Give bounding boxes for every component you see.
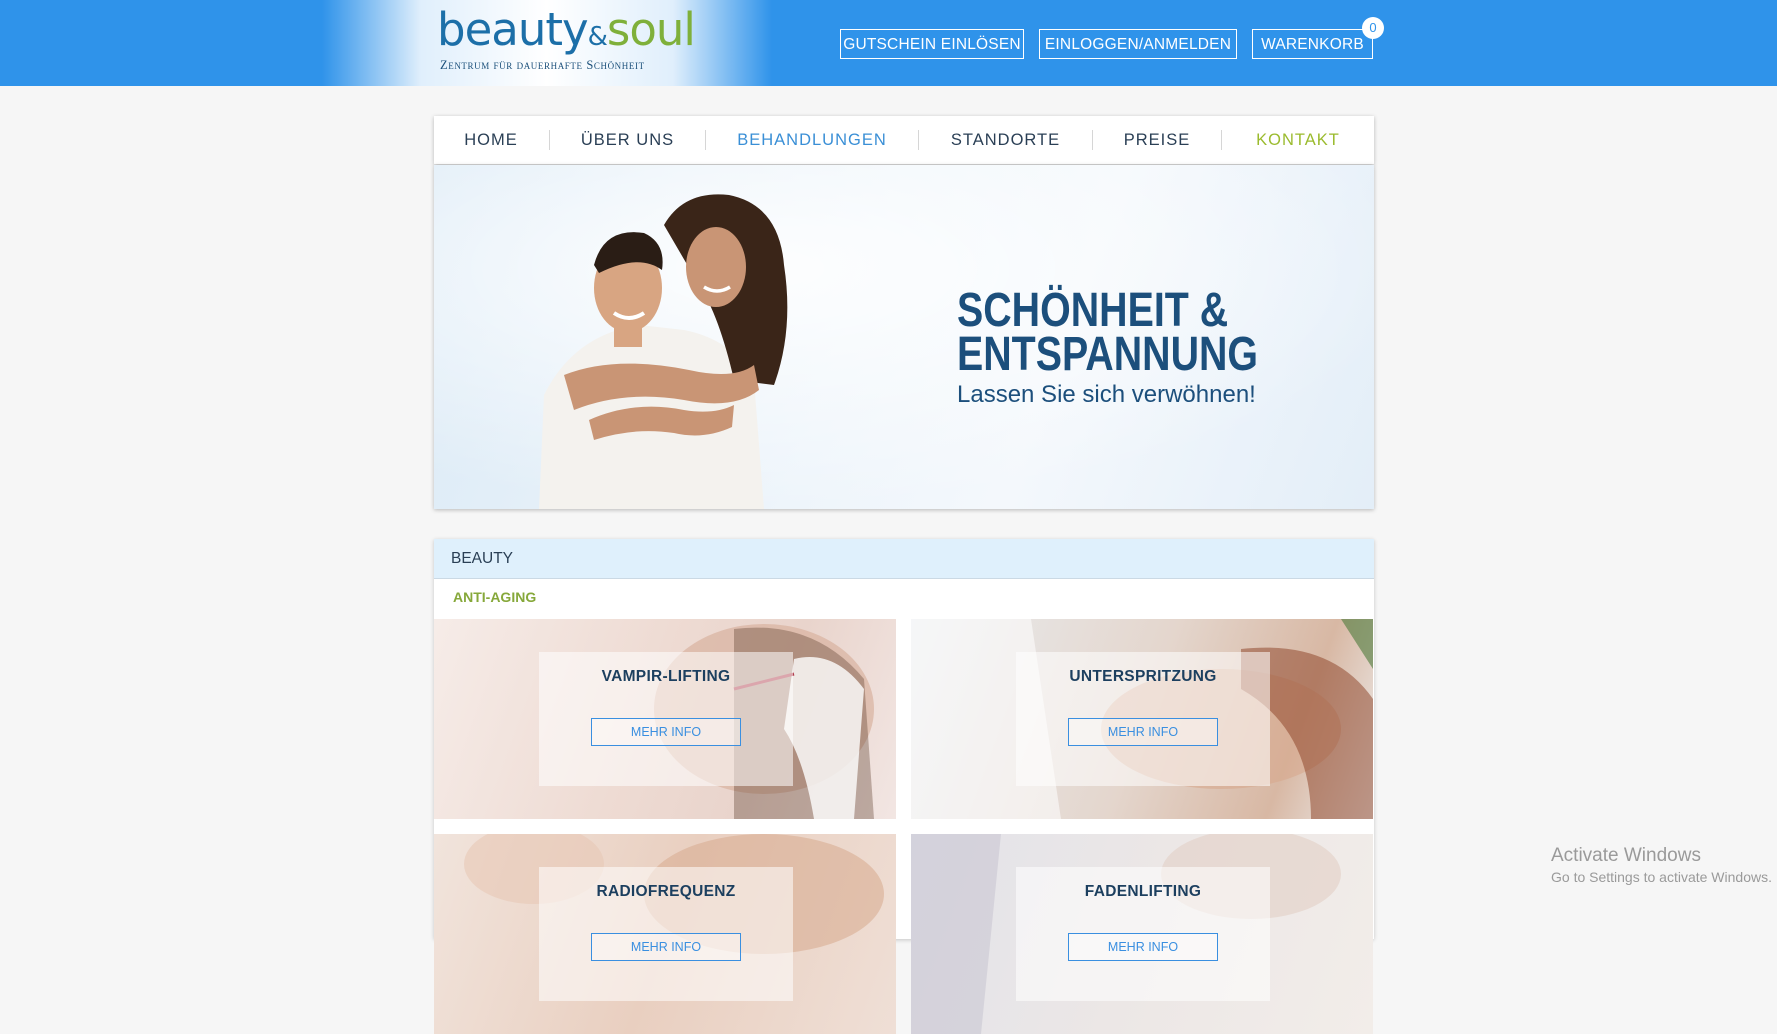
nav-item-standorte[interactable]: STANDORTE [919, 116, 1092, 164]
card-title: VAMPIR-LIFTING [601, 668, 731, 685]
nav-label-standorte: STANDORTE [950, 131, 1061, 149]
subcategory-title: ANTI-AGING [453, 589, 537, 605]
card-title: UNTERSPRITZUNG [1069, 668, 1217, 685]
card-title: FADENLIFTING [1084, 883, 1202, 900]
nav-item-kontakt[interactable]: KONTAKT [1222, 116, 1374, 164]
nav-label-ueber-uns: ÜBER UNS [580, 131, 675, 149]
nav-label-preise: PREISE [1123, 131, 1191, 149]
nav-label-kontakt: KONTAKT [1256, 131, 1340, 149]
more-info-button[interactable]: MEHR INFO [591, 718, 741, 746]
logo-word-beauty: beauty [437, 3, 589, 56]
section-header: BEAUTY [434, 539, 1374, 579]
hero-text-block: SCHÖNHEIT & ENTSPANNUNG Lassen Sie sich … [957, 284, 1259, 409]
windows-activation-subtitle: Go to Settings to activate Windows. [1551, 869, 1772, 885]
nav-label-home: HOME [464, 131, 518, 149]
login-register-button[interactable]: EINLOGGEN/ANMELDEN [1039, 29, 1237, 59]
windows-activation-title: Activate Windows [1551, 845, 1701, 866]
nav-label-behandlungen: BEHANDLUNGEN [737, 131, 887, 149]
hero-subtitle: Lassen Sie sich verwöhnen! [957, 381, 1256, 408]
card-overlay: VAMPIR-LIFTING MEHR INFO [539, 652, 793, 786]
more-info-button[interactable]: MEHR INFO [1068, 718, 1218, 746]
card-overlay: RADIOFREQUENZ MEHR INFO [539, 867, 793, 1001]
card-overlay: FADENLIFTING MEHR INFO [1016, 867, 1270, 1001]
hero-banner[interactable]: SCHÖNHEIT & ENTSPANNUNG Lassen Sie sich … [434, 165, 1374, 509]
site-logo[interactable]: beauty&soul Zentrum für dauerhafte Schön… [437, 4, 696, 74]
card-overlay: UNTERSPRITZUNG MEHR INFO [1016, 652, 1270, 786]
nav-item-ueber-uns[interactable]: ÜBER UNS [550, 116, 705, 164]
logo-word-soul: soul [606, 3, 696, 56]
card-title: RADIOFREQUENZ [596, 883, 736, 900]
treatment-card-fadenlifting[interactable]: FADENLIFTING MEHR INFO [911, 834, 1373, 1034]
hero-headline-line1: SCHÖNHEIT & [957, 284, 1229, 337]
more-info-button[interactable]: MEHR INFO [591, 933, 741, 961]
treatment-card-unterspritzung[interactable]: UNTERSPRITZUNG MEHR INFO [911, 619, 1373, 819]
beauty-section: BEAUTY ANTI-AGING VAMPIR-LIFTING MEHR IN… [434, 539, 1374, 1034]
main-navigation: HOME ÜBER UNS BEHANDLUNGEN STANDORTE PRE… [434, 116, 1374, 164]
section-title: BEAUTY [451, 550, 514, 567]
logo-ampersand: & [587, 22, 608, 52]
nav-item-behandlungen[interactable]: BEHANDLUNGEN [706, 116, 918, 164]
nav-item-preise[interactable]: PREISE [1093, 116, 1221, 164]
hero-headline-line2: ENTSPANNUNG [957, 328, 1259, 381]
cart-button[interactable]: WARENKORB [1252, 29, 1373, 59]
redeem-voucher-button[interactable]: GUTSCHEIN EINLÖSEN [840, 29, 1024, 59]
treatment-card-vampir-lifting[interactable]: VAMPIR-LIFTING MEHR INFO [434, 619, 896, 819]
cart-count-badge: 0 [1362, 17, 1384, 39]
logo-wordmark: beauty&soul [437, 3, 696, 63]
treatment-card-radiofrequenz[interactable]: RADIOFREQUENZ MEHR INFO [434, 834, 896, 1034]
logo-tagline: Zentrum für dauerhafte Schönheit [440, 58, 645, 72]
more-info-button[interactable]: MEHR INFO [1068, 933, 1218, 961]
nav-item-home[interactable]: HOME [434, 116, 548, 164]
